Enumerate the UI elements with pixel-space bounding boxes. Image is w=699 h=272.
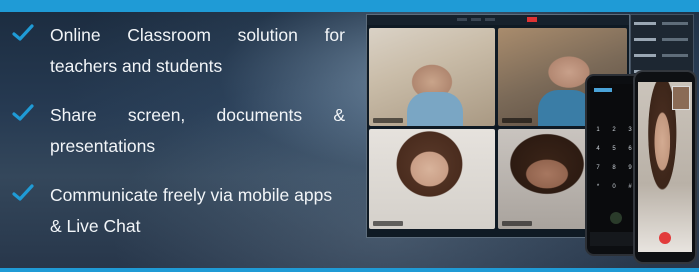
- toolbar-control: [471, 18, 481, 21]
- call-icon: [610, 212, 622, 224]
- feature-item: Share screen, documents & presentations: [10, 100, 345, 162]
- conference-toolbar: [367, 15, 629, 25]
- check-icon: [12, 184, 34, 201]
- feature-line: & Live Chat: [50, 216, 141, 236]
- panel-row: [634, 37, 690, 43]
- participant-video-tile: [369, 28, 495, 126]
- end-call-icon: [659, 232, 671, 244]
- check-icon: [12, 104, 34, 121]
- check-icon: [12, 24, 34, 41]
- feature-text: Share screen, documents & presentations: [50, 100, 345, 162]
- feature-line: teachers and students: [50, 56, 223, 76]
- feature-item: Online Classroom solution for teachers a…: [10, 20, 345, 82]
- feature-line: Online Classroom solution for: [50, 25, 345, 45]
- panel-row: [634, 21, 690, 27]
- feature-text: Online Classroom solution for teachers a…: [50, 20, 345, 82]
- record-indicator: [527, 17, 537, 22]
- feature-item: Communicate freely via mobile apps & Liv…: [10, 180, 345, 242]
- feature-line: Communicate freely via mobile apps: [50, 185, 333, 205]
- feature-list: Online Classroom solution for teachers a…: [10, 20, 345, 260]
- phone-video-call-mockup: [633, 70, 697, 264]
- feature-line: Share screen, documents &: [50, 105, 345, 125]
- feature-line: presentations: [50, 136, 156, 156]
- phone-screen: [638, 82, 692, 252]
- bottom-accent-bar: [0, 268, 699, 272]
- toolbar-control: [457, 18, 467, 21]
- app-logo: [594, 88, 612, 92]
- feature-text: Communicate freely via mobile apps & Liv…: [50, 180, 345, 242]
- panel-row: [634, 53, 690, 59]
- toolbar-control: [485, 18, 495, 21]
- self-view-thumbnail: [672, 86, 690, 110]
- participant-video-tile: [369, 129, 495, 229]
- top-accent-bar: [0, 0, 699, 12]
- promo-banner: Online Classroom solution for teachers a…: [0, 0, 699, 272]
